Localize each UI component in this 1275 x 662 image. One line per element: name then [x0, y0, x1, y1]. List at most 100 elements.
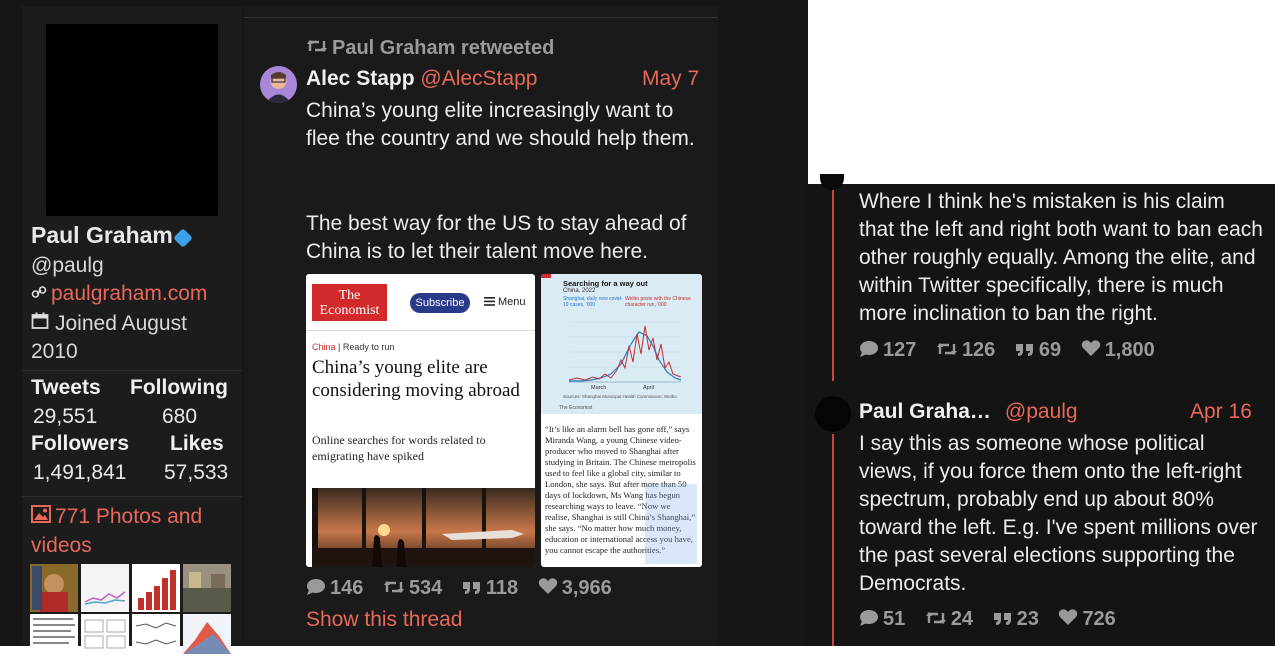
thread-connector	[832, 434, 834, 646]
thread-tweet-2-header: Paul Graha… @paulg	[859, 400, 1078, 424]
comment-icon	[306, 578, 330, 602]
thread-tweet-1-actions: 127 126 69 1,800	[859, 339, 1155, 364]
divider	[244, 17, 718, 18]
divider	[22, 496, 242, 497]
like-action[interactable]: 1,800	[1081, 339, 1155, 361]
retweet-icon	[306, 37, 332, 60]
menu-button: Menu	[484, 296, 526, 309]
retweet-icon	[925, 609, 951, 632]
media-thumbnail[interactable]	[132, 564, 180, 612]
quote-action[interactable]: 23	[993, 608, 1039, 630]
thread-tweet-2-date[interactable]: Apr 16	[1190, 400, 1252, 424]
profile-handle: @paulg	[31, 254, 104, 277]
profile-sidebar: Paul Graham @paulg paulgraham.com Joined…	[22, 6, 242, 662]
article-headline: China’s young elite are considering movi…	[312, 357, 520, 401]
left-panel: Paul Graham @paulg paulgraham.com Joined…	[0, 0, 808, 662]
quote-icon	[462, 578, 486, 601]
media-thumbnail[interactable]	[81, 564, 129, 612]
tweet-date[interactable]: May 7	[642, 67, 699, 91]
likes-stat-label[interactable]: Likes	[170, 432, 224, 456]
media-link-text-2[interactable]: videos	[31, 534, 92, 558]
comment-icon	[859, 609, 883, 633]
media-thumbnail[interactable]	[81, 614, 129, 662]
divider	[22, 370, 242, 371]
likes-stat-value: 57,533	[164, 461, 229, 484]
heart-icon	[1058, 608, 1082, 632]
tweet-media-article[interactable]: The Economist Subscribe Menu China | Read…	[306, 274, 535, 567]
thread-tweet-2-handle[interactable]: @paulg	[1005, 400, 1078, 423]
heart-icon	[1081, 339, 1105, 363]
joined-date: Joined August	[31, 312, 187, 336]
retweet-indicator: Paul Graham retweeted	[306, 37, 554, 60]
tweet-author-name[interactable]: Alec Stapp	[306, 67, 415, 90]
menu-label: Menu	[498, 296, 526, 308]
media-thumbnail[interactable]	[132, 614, 180, 662]
retweet-action[interactable]: 126	[936, 339, 995, 361]
text-selection-highlight	[645, 484, 697, 564]
show-thread-link[interactable]: Show this thread	[306, 608, 462, 632]
tweets-stat-value: 29,551	[33, 405, 98, 428]
retweet-action[interactable]: 24	[925, 608, 973, 630]
tweet-media-chart[interactable]: Searching for a way out China, 2022 Shan…	[541, 274, 702, 567]
thread-connector	[832, 184, 834, 381]
like-action[interactable]: 3,966	[538, 577, 612, 599]
chart-month-2: April	[643, 385, 655, 391]
calendar-icon	[31, 312, 55, 336]
followers-stat-value: 1,491,841	[33, 461, 127, 484]
tweet-column: Paul Graham retweeted Alec Stapp @AlecSt…	[244, 6, 718, 646]
followers-stat-label[interactable]: Followers	[31, 432, 129, 456]
verified-badge-icon	[172, 228, 193, 248]
retweet-action[interactable]: 534	[383, 577, 442, 599]
tweet-actions: 146 534 118 3,966	[306, 577, 612, 602]
tweet-header: Alec Stapp @AlecStapp	[306, 67, 537, 91]
article-kicker: China | Ready to run	[312, 342, 395, 352]
profile-name-text: Paul Graham	[31, 222, 173, 248]
following-stat-value: 680	[162, 405, 198, 428]
tweet-author-handle[interactable]: @AlecStapp	[420, 67, 537, 90]
author-avatar[interactable]	[260, 66, 297, 103]
chart-figure: Searching for a way out China, 2022 Shan…	[541, 274, 702, 414]
article-photo	[312, 488, 535, 567]
image-icon	[31, 505, 55, 529]
reply-action[interactable]: 146	[306, 577, 363, 599]
reply-action[interactable]: 127	[859, 339, 916, 361]
chart-source: Sources: Shanghai Municipal Health Commi…	[563, 394, 677, 399]
tweet-text-paragraph-2: The best way for the US to stay ahead of…	[306, 212, 687, 263]
media-link[interactable]: 771 Photos and	[31, 505, 202, 529]
retweet-icon	[936, 340, 962, 363]
comment-icon	[859, 340, 883, 364]
tweet-text-paragraph-1: China’s young elite increasingly want to…	[306, 99, 695, 150]
retweet-icon	[383, 578, 409, 601]
quote-action[interactable]: 69	[1015, 339, 1061, 361]
chart-lines	[568, 321, 682, 383]
media-thumbnail[interactable]	[30, 614, 78, 662]
previous-avatar	[820, 174, 844, 190]
thread-tweet-2-author[interactable]: Paul Graha…	[859, 400, 991, 423]
website-link[interactable]: paulgraham.com	[51, 282, 207, 305]
thread-tweet-1-text: Where I think he's mistaken is his claim…	[859, 190, 1263, 325]
thread-tweet-2-avatar[interactable]	[815, 396, 851, 432]
heart-icon	[538, 577, 562, 601]
avatar[interactable]	[46, 24, 218, 216]
following-stat-label[interactable]: Following	[130, 376, 228, 400]
subscribe-button: Subscribe	[410, 293, 470, 313]
reply-action[interactable]: 51	[859, 608, 905, 630]
link-icon	[31, 282, 51, 306]
media-thumbnail[interactable]	[183, 614, 231, 662]
profile-name[interactable]: Paul Graham	[31, 222, 193, 249]
media-link-text-1[interactable]: 771 Photos and	[55, 505, 202, 528]
thread-tweet-2-text: I say this as someone whose political vi…	[859, 432, 1258, 595]
quote-action[interactable]: 118	[462, 577, 518, 599]
joined-text-1: Joined August	[55, 312, 187, 335]
joined-text-2: 2010	[31, 340, 78, 363]
article-dek: Online searches for words related to emi…	[312, 433, 486, 463]
hamburger-icon	[484, 297, 498, 309]
like-action[interactable]: 726	[1058, 608, 1116, 632]
media-thumbnail[interactable]	[183, 564, 231, 612]
economist-logo: The Economist	[312, 284, 387, 321]
tweets-stat-label[interactable]: Tweets	[31, 376, 101, 400]
chart-credit: The Economist	[559, 405, 593, 411]
media-thumbnail[interactable]	[30, 564, 78, 612]
retweet-label: Paul Graham retweeted	[332, 37, 555, 59]
profile-website[interactable]: paulgraham.com	[31, 282, 207, 306]
